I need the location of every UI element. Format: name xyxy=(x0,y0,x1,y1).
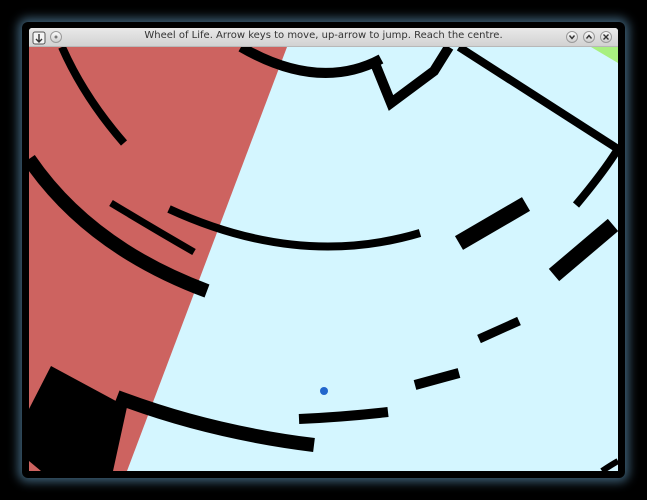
close-button[interactable] xyxy=(600,31,612,43)
window-title: Wheel of Life. Arrow keys to move, up-ar… xyxy=(144,30,503,41)
minimize-button[interactable] xyxy=(566,31,578,43)
app-menu-icon[interactable] xyxy=(32,30,46,45)
sticky-button[interactable] xyxy=(50,31,62,43)
chevron-down-icon xyxy=(568,35,576,40)
close-icon xyxy=(603,34,609,40)
maximize-button[interactable] xyxy=(583,31,595,43)
title-bar[interactable]: Wheel of Life. Arrow keys to move, up-ar… xyxy=(29,28,618,47)
player-ball xyxy=(320,387,328,395)
game-canvas[interactable] xyxy=(29,47,618,471)
game-window: Wheel of Life. Arrow keys to move, up-ar… xyxy=(29,28,618,471)
chevron-up-icon xyxy=(585,34,593,39)
